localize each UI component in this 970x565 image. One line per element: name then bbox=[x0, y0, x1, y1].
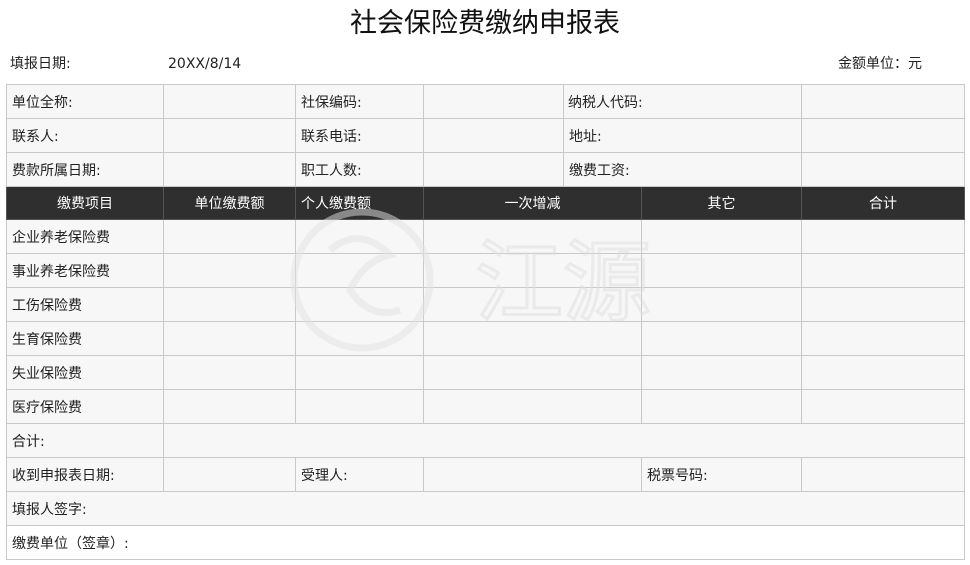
item-label: 医疗保险费 bbox=[6, 389, 164, 424]
info-value-cell[interactable] bbox=[801, 118, 965, 153]
table-row: 工伤保险费 bbox=[6, 287, 965, 322]
header-cell: 其它 bbox=[641, 186, 802, 220]
table-row: 生育保险费 bbox=[6, 321, 965, 356]
amount-cell[interactable] bbox=[641, 355, 802, 390]
amount-cell[interactable] bbox=[801, 287, 965, 322]
table-row: 失业保险费 bbox=[6, 355, 965, 390]
amount-cell[interactable] bbox=[423, 287, 642, 322]
amount-cell[interactable] bbox=[163, 287, 296, 322]
info-value-cell[interactable] bbox=[423, 84, 564, 119]
info-label: 纳税人代码: bbox=[563, 84, 802, 119]
total-label: 合计: bbox=[6, 423, 164, 458]
amount-cell[interactable] bbox=[423, 355, 642, 390]
header-cell: 缴费项目 bbox=[6, 186, 164, 220]
info-value-cell[interactable] bbox=[801, 152, 965, 187]
info-row: 费款所属日期: 职工人数: 缴费工资: bbox=[6, 152, 965, 187]
received-date-cell[interactable] bbox=[163, 457, 296, 492]
item-label: 失业保险费 bbox=[6, 355, 164, 390]
amount-cell[interactable] bbox=[295, 321, 424, 356]
table-row: 医疗保险费 bbox=[6, 389, 965, 424]
info-label: 职工人数: bbox=[295, 152, 424, 187]
info-value-cell[interactable] bbox=[163, 152, 296, 187]
amount-cell[interactable] bbox=[801, 253, 965, 288]
amount-cell[interactable] bbox=[423, 321, 642, 356]
amount-cell[interactable] bbox=[163, 389, 296, 424]
amount-cell[interactable] bbox=[163, 253, 296, 288]
amount-cell[interactable] bbox=[163, 219, 296, 254]
amount-cell[interactable] bbox=[641, 287, 802, 322]
info-value-cell[interactable] bbox=[801, 84, 965, 119]
amount-cell[interactable] bbox=[641, 253, 802, 288]
info-value-cell[interactable] bbox=[163, 118, 296, 153]
table-row: 事业养老保险费 bbox=[6, 253, 965, 288]
info-label: 缴费工资: bbox=[563, 152, 802, 187]
table-row: 企业养老保险费 bbox=[6, 219, 965, 254]
amount-cell[interactable] bbox=[423, 253, 642, 288]
receiver-label: 受理人: bbox=[295, 457, 424, 492]
amount-cell[interactable] bbox=[295, 389, 424, 424]
amount-cell[interactable] bbox=[801, 321, 965, 356]
header-cell: 合计 bbox=[801, 186, 965, 220]
info-label: 费款所属日期: bbox=[6, 152, 164, 187]
fill-date-label: 填报日期: bbox=[10, 56, 71, 72]
received-row: 收到申报表日期: 受理人: 税票号码: bbox=[6, 457, 965, 492]
amount-cell[interactable] bbox=[641, 321, 802, 356]
info-value-cell[interactable] bbox=[423, 152, 564, 187]
amount-cell[interactable] bbox=[423, 389, 642, 424]
receiver-cell[interactable] bbox=[423, 457, 642, 492]
item-label: 企业养老保险费 bbox=[6, 219, 164, 254]
amount-cell[interactable] bbox=[163, 355, 296, 390]
amount-cell[interactable] bbox=[801, 355, 965, 390]
info-label: 单位全称: bbox=[6, 84, 164, 119]
table-header-row: 缴费项目 单位缴费额 个人缴费额 一次增减 其它 合计 bbox=[6, 186, 965, 220]
unit-seal-row: 缴费单位（签章）: bbox=[6, 525, 965, 560]
amount-cell[interactable] bbox=[163, 321, 296, 356]
item-label: 工伤保险费 bbox=[6, 287, 164, 322]
info-label: 地址: bbox=[563, 118, 802, 153]
info-label: 联系人: bbox=[6, 118, 164, 153]
item-label: 事业养老保险费 bbox=[6, 253, 164, 288]
item-label: 生育保险费 bbox=[6, 321, 164, 356]
amount-cell[interactable] bbox=[801, 219, 965, 254]
header-cell: 个人缴费额 bbox=[295, 186, 424, 220]
unit-seal-label[interactable]: 缴费单位（签章）: bbox=[6, 525, 965, 560]
amount-cell[interactable] bbox=[295, 287, 424, 322]
info-row: 单位全称: 社保编码: 纳税人代码: bbox=[6, 84, 965, 119]
amount-cell[interactable] bbox=[801, 389, 965, 424]
insurance-form-table: 单位全称: 社保编码: 纳税人代码: 联系人: 联系电话: 地址: 费款所属日期… bbox=[6, 84, 965, 560]
header-cell: 一次增减 bbox=[423, 186, 642, 220]
page-title: 社会保险费缴纳申报表 bbox=[350, 8, 620, 39]
amount-cell[interactable] bbox=[295, 219, 424, 254]
info-value-cell[interactable] bbox=[163, 84, 296, 119]
amount-cell[interactable] bbox=[641, 389, 802, 424]
info-label: 联系电话: bbox=[295, 118, 424, 153]
amount-cell[interactable] bbox=[295, 355, 424, 390]
info-label: 社保编码: bbox=[295, 84, 424, 119]
filler-sign-label[interactable]: 填报人签字: bbox=[6, 491, 965, 526]
fill-date-value[interactable]: 20XX/8/14 bbox=[168, 52, 241, 76]
amount-cell[interactable] bbox=[423, 219, 642, 254]
tax-ticket-cell[interactable] bbox=[801, 457, 965, 492]
received-date-label: 收到申报表日期: bbox=[6, 457, 164, 492]
amount-unit: 金额单位：元 bbox=[838, 56, 922, 72]
total-value-cell[interactable] bbox=[163, 423, 965, 458]
filler-sign-row: 填报人签字: bbox=[6, 491, 965, 526]
header-cell: 单位缴费额 bbox=[163, 186, 296, 220]
tax-ticket-label: 税票号码: bbox=[641, 457, 802, 492]
info-row: 联系人: 联系电话: 地址: bbox=[6, 118, 965, 153]
amount-cell[interactable] bbox=[641, 219, 802, 254]
total-row: 合计: bbox=[6, 423, 965, 458]
info-value-cell[interactable] bbox=[423, 118, 564, 153]
amount-cell[interactable] bbox=[295, 253, 424, 288]
